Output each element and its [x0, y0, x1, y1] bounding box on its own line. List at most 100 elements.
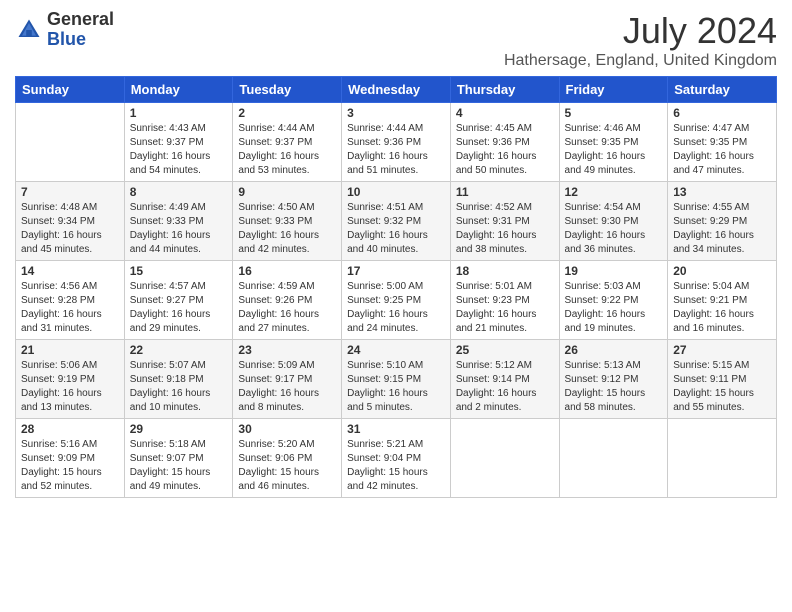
day-number: 19: [565, 264, 663, 278]
day-number: 9: [238, 185, 336, 199]
day-number: 18: [456, 264, 554, 278]
calendar-cell: 4 Sunrise: 4:45 AMSunset: 9:36 PMDaylight…: [450, 103, 559, 182]
calendar-cell: 24Sunrise: 5:10 AMSunset: 9:15 PMDayligh…: [342, 340, 451, 419]
day-info: Sunrise: 4:59 AMSunset: 9:26 PMDaylight:…: [238, 280, 336, 336]
day-number: 23: [238, 343, 336, 357]
day-info: Sunrise: 5:09 AMSunset: 9:17 PMDaylight:…: [238, 359, 336, 415]
calendar-cell: [668, 419, 777, 498]
calendar-cell: 7 Sunrise: 4:48 AMSunset: 9:34 PMDaylight…: [16, 182, 125, 261]
day-number: 16: [238, 264, 336, 278]
calendar-cell: 23 Sunrise: 5:09 AMSunset: 9:17 PMDayligh…: [233, 340, 342, 419]
day-number: 29: [130, 422, 228, 436]
calendar-cell: 28Sunrise: 5:16 AMSunset: 9:09 PMDayligh…: [16, 419, 125, 498]
day-number: 7: [21, 185, 119, 199]
day-number: 4: [456, 106, 554, 120]
calendar-cell: [16, 103, 125, 182]
day-info: Sunrise: 5:21 AMSunset: 9:04 PMDaylight:…: [347, 438, 445, 494]
day-info: Sunrise: 5:18 AMSunset: 9:07 PMDaylight:…: [130, 438, 228, 494]
day-info: Sunrise: 5:01 AMSunset: 9:23 PMDaylight:…: [456, 280, 554, 336]
month-title: July 2024: [504, 10, 777, 52]
weekday-header: Friday: [559, 77, 668, 103]
calendar-cell: 17 Sunrise: 5:00 AMSunset: 9:25 PMDayligh…: [342, 261, 451, 340]
calendar-week-row: 21Sunrise: 5:06 AMSunset: 9:19 PMDayligh…: [16, 340, 777, 419]
calendar-week-row: 1Sunrise: 4:43 AMSunset: 9:37 PMDaylight…: [16, 103, 777, 182]
day-number: 20: [673, 264, 771, 278]
day-number: 2: [238, 106, 336, 120]
day-info: Sunrise: 4:52 AMSunset: 9:31 PMDaylight:…: [456, 201, 554, 257]
calendar-cell: 10Sunrise: 4:51 AMSunset: 9:32 PMDayligh…: [342, 182, 451, 261]
calendar-cell: 22 Sunrise: 5:07 AMSunset: 9:18 PMDayligh…: [124, 340, 233, 419]
calendar-cell: 27Sunrise: 5:15 AMSunset: 9:11 PMDayligh…: [668, 340, 777, 419]
day-info: Sunrise: 4:48 AMSunset: 9:34 PMDaylight:…: [21, 201, 119, 257]
day-info: Sunrise: 4:50 AMSunset: 9:33 PMDaylight:…: [238, 201, 336, 257]
logo-text: General Blue: [47, 10, 114, 50]
calendar-week-row: 7 Sunrise: 4:48 AMSunset: 9:34 PMDaylight…: [16, 182, 777, 261]
day-number: 25: [456, 343, 554, 357]
logo-general: General: [47, 10, 114, 30]
day-info: Sunrise: 5:04 AMSunset: 9:21 PMDaylight:…: [673, 280, 771, 336]
day-number: 6: [673, 106, 771, 120]
day-info: Sunrise: 5:07 AMSunset: 9:18 PMDaylight:…: [130, 359, 228, 415]
day-number: 27: [673, 343, 771, 357]
calendar-cell: 2 Sunrise: 4:44 AMSunset: 9:37 PMDaylight…: [233, 103, 342, 182]
calendar-cell: 9 Sunrise: 4:50 AMSunset: 9:33 PMDaylight…: [233, 182, 342, 261]
calendar-cell: 19 Sunrise: 5:03 AMSunset: 9:22 PMDayligh…: [559, 261, 668, 340]
day-number: 3: [347, 106, 445, 120]
day-info: Sunrise: 4:45 AMSunset: 9:36 PMDaylight:…: [456, 122, 554, 178]
day-info: Sunrise: 4:47 AMSunset: 9:35 PMDaylight:…: [673, 122, 771, 178]
day-number: 14: [21, 264, 119, 278]
calendar-cell: 18 Sunrise: 5:01 AMSunset: 9:23 PMDayligh…: [450, 261, 559, 340]
day-info: Sunrise: 4:55 AMSunset: 9:29 PMDaylight:…: [673, 201, 771, 257]
day-info: Sunrise: 4:44 AMSunset: 9:37 PMDaylight:…: [238, 122, 336, 178]
calendar-cell: 6 Sunrise: 4:47 AMSunset: 9:35 PMDaylight…: [668, 103, 777, 182]
calendar-table: SundayMondayTuesdayWednesdayThursdayFrid…: [15, 76, 777, 498]
calendar-cell: 5 Sunrise: 4:46 AMSunset: 9:35 PMDaylight…: [559, 103, 668, 182]
logo-blue: Blue: [47, 30, 114, 50]
weekday-header: Wednesday: [342, 77, 451, 103]
day-info: Sunrise: 4:57 AMSunset: 9:27 PMDaylight:…: [130, 280, 228, 336]
day-number: 15: [130, 264, 228, 278]
day-number: 22: [130, 343, 228, 357]
day-number: 1: [130, 106, 228, 120]
calendar-cell: 26Sunrise: 5:13 AMSunset: 9:12 PMDayligh…: [559, 340, 668, 419]
calendar-cell: 25Sunrise: 5:12 AMSunset: 9:14 PMDayligh…: [450, 340, 559, 419]
day-number: 31: [347, 422, 445, 436]
weekday-header: Thursday: [450, 77, 559, 103]
calendar-cell: 31 Sunrise: 5:21 AMSunset: 9:04 PMDayligh…: [342, 419, 451, 498]
calendar-cell: 3Sunrise: 4:44 AMSunset: 9:36 PMDaylight…: [342, 103, 451, 182]
logo: General Blue: [15, 10, 114, 50]
calendar-cell: 8 Sunrise: 4:49 AMSunset: 9:33 PMDaylight…: [124, 182, 233, 261]
day-info: Sunrise: 4:49 AMSunset: 9:33 PMDaylight:…: [130, 201, 228, 257]
day-info: Sunrise: 4:46 AMSunset: 9:35 PMDaylight:…: [565, 122, 663, 178]
calendar-cell: 12 Sunrise: 4:54 AMSunset: 9:30 PMDayligh…: [559, 182, 668, 261]
day-number: 24: [347, 343, 445, 357]
calendar-page: General Blue July 2024 Hathersage, Engla…: [0, 0, 792, 513]
day-number: 8: [130, 185, 228, 199]
day-info: Sunrise: 5:20 AMSunset: 9:06 PMDaylight:…: [238, 438, 336, 494]
day-number: 12: [565, 185, 663, 199]
day-number: 26: [565, 343, 663, 357]
calendar-cell: 20 Sunrise: 5:04 AMSunset: 9:21 PMDayligh…: [668, 261, 777, 340]
day-info: Sunrise: 5:06 AMSunset: 9:19 PMDaylight:…: [21, 359, 119, 415]
weekday-header: Tuesday: [233, 77, 342, 103]
day-info: Sunrise: 4:54 AMSunset: 9:30 PMDaylight:…: [565, 201, 663, 257]
day-info: Sunrise: 5:03 AMSunset: 9:22 PMDaylight:…: [565, 280, 663, 336]
calendar-cell: 15 Sunrise: 4:57 AMSunset: 9:27 PMDayligh…: [124, 261, 233, 340]
calendar-cell: 14Sunrise: 4:56 AMSunset: 9:28 PMDayligh…: [16, 261, 125, 340]
calendar-cell: 11 Sunrise: 4:52 AMSunset: 9:31 PMDayligh…: [450, 182, 559, 261]
day-info: Sunrise: 5:16 AMSunset: 9:09 PMDaylight:…: [21, 438, 119, 494]
day-number: 17: [347, 264, 445, 278]
calendar-cell: 13Sunrise: 4:55 AMSunset: 9:29 PMDayligh…: [668, 182, 777, 261]
calendar-week-row: 14Sunrise: 4:56 AMSunset: 9:28 PMDayligh…: [16, 261, 777, 340]
day-info: Sunrise: 4:51 AMSunset: 9:32 PMDaylight:…: [347, 201, 445, 257]
logo-icon: [15, 16, 43, 44]
day-number: 11: [456, 185, 554, 199]
calendar-cell: 29 Sunrise: 5:18 AMSunset: 9:07 PMDayligh…: [124, 419, 233, 498]
weekday-header: Monday: [124, 77, 233, 103]
day-number: 5: [565, 106, 663, 120]
day-number: 30: [238, 422, 336, 436]
weekday-header: Saturday: [668, 77, 777, 103]
calendar-cell: [450, 419, 559, 498]
weekday-header: Sunday: [16, 77, 125, 103]
day-info: Sunrise: 5:00 AMSunset: 9:25 PMDaylight:…: [347, 280, 445, 336]
